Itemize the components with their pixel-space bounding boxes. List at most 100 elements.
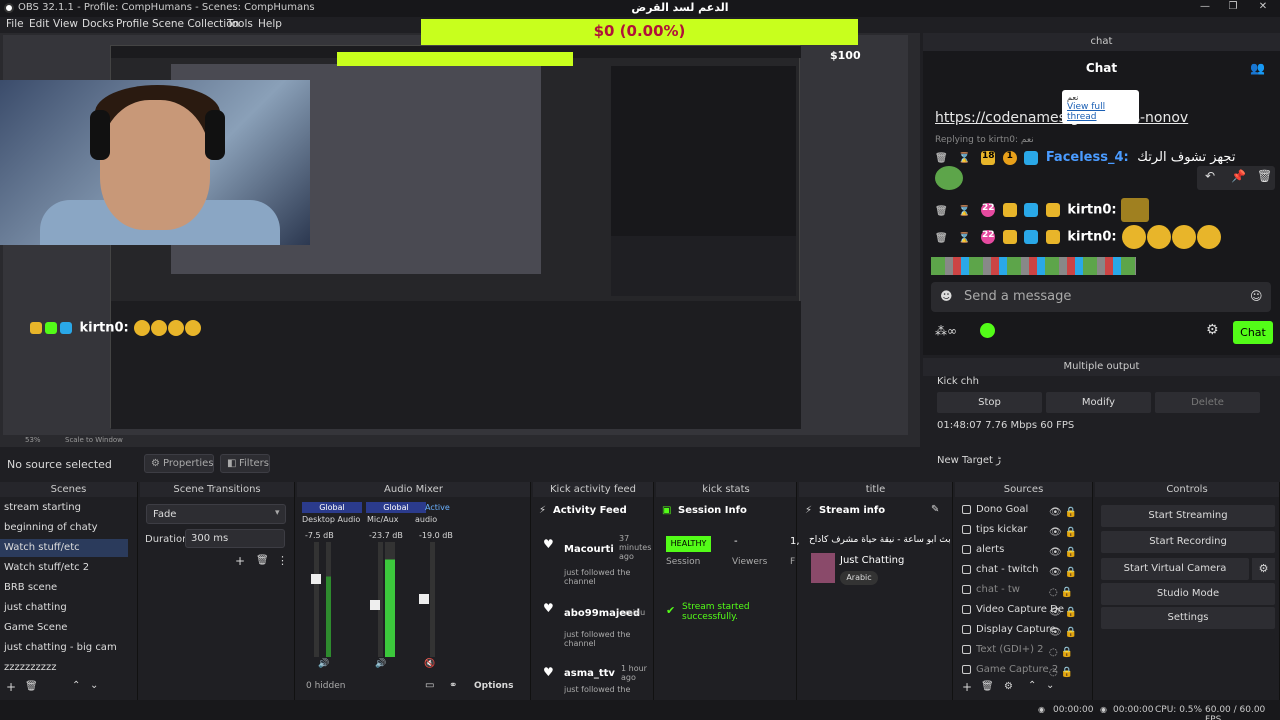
timeout-icon[interactable]: ⌛ [958,153,970,164]
add-icon[interactable]: + [235,554,245,568]
kicks-icon[interactable]: ⁂∞ [935,324,957,338]
trash-icon[interactable]: 🗑 [935,233,948,244]
audio-tab-active[interactable]: Active [425,502,455,513]
scene-item[interactable]: stream starting [4,502,81,513]
desktop-volume-slider[interactable] [311,574,321,584]
trash-icon[interactable]: 🗑 [935,206,948,217]
scene-item[interactable]: zzzzzzzzzz [4,662,57,673]
menu-docks[interactable]: Docks [82,18,114,30]
edit-icon[interactable]: ✎ [931,504,939,515]
source-item[interactable]: Game Capture 2 [962,664,1058,675]
chat-send-button[interactable]: Chat [1233,321,1273,344]
smile-icon[interactable]: ☻ [940,289,953,303]
move-up-icon[interactable]: ⌃ [1028,680,1036,691]
add-icon[interactable]: + [6,680,16,694]
scale-mode[interactable]: Scale to Window [65,436,123,444]
audio-tab-global-2[interactable]: Global [366,502,426,513]
menu-tools[interactable]: Tools [227,18,253,30]
speaker-icon[interactable]: 🔊 [318,659,329,669]
move-down-icon[interactable]: ⌄ [90,680,98,691]
trash-icon[interactable]: 🗑 [25,681,38,692]
source-item[interactable]: chat - twitch [962,564,1039,575]
mic-volume-slider[interactable] [370,600,380,610]
menu-profile[interactable]: Profile [116,18,149,30]
start-virtual-camera-button[interactable]: Start Virtual Camera [1101,558,1249,580]
reply-icon[interactable]: ↶ [1205,169,1215,183]
layout-icon[interactable]: ▭ [425,680,434,691]
duration-input[interactable]: 300 ms [185,529,285,548]
trash-icon[interactable]: 🗑 [981,681,994,692]
virtual-camera-settings-icon[interactable]: ⚙ [1252,558,1275,580]
speaker-icon[interactable]: 🔊 [375,659,386,669]
users-icon[interactable]: 👥 [1250,61,1265,75]
audio-options-button[interactable]: Options [474,681,513,691]
chat-username[interactable]: kirtn0: [1067,230,1116,245]
muted-speaker-icon[interactable]: 🔇 [424,659,435,669]
modify-button[interactable]: Modify [1046,392,1151,413]
source-item[interactable]: alerts [962,544,1004,555]
minimize-button[interactable]: — [1190,1,1220,15]
studio-mode-button[interactable]: Studio Mode [1101,583,1275,605]
audio-tab-global[interactable]: Global [302,502,362,513]
scene-item[interactable]: Game Scene [4,622,67,633]
view-thread-link[interactable]: View full thread [1067,102,1105,122]
channel-mic-name[interactable]: Mic/Aux [367,515,399,524]
add-icon[interactable]: + [962,680,972,694]
menu-help[interactable]: Help [258,18,282,30]
scene-item[interactable]: Watch stuff/etc 2 [4,562,89,573]
filters-button[interactable]: ◧ Filters [220,454,270,473]
start-streaming-button[interactable]: Start Streaming [1101,505,1275,527]
menu-edit[interactable]: Edit [29,18,49,30]
settings-button[interactable]: Settings [1101,607,1275,629]
zoom-level[interactable]: 53% [25,436,41,444]
chat-username[interactable]: Faceless_4: [1046,150,1129,165]
link-icon[interactable]: ⚭ [449,680,457,691]
move-down-icon[interactable]: ⌄ [1046,680,1054,691]
eye-icon[interactable]: 👁 🔒 [1049,523,1079,543]
eye-icon[interactable]: 👁 🔒 [1049,623,1079,643]
trash-icon[interactable]: 🗑 [256,555,269,566]
source-item[interactable]: Text (GDI+) 2 [962,644,1044,655]
eye-icon[interactable]: 👁 🔒 [1049,503,1079,523]
eye-icon[interactable]: 👁 🔒 [1049,563,1079,583]
menu-file[interactable]: File [6,18,24,30]
start-recording-button[interactable]: Start Recording [1101,531,1275,553]
emoji-icon[interactable]: ☺ [1250,289,1263,303]
settings-gear-icon[interactable]: ⚙ [1206,322,1219,338]
trash-icon[interactable]: 🗑 [935,153,948,164]
new-target-label[interactable]: New Target ڑ [937,455,1001,466]
menu-view[interactable]: View [53,18,78,30]
trash-icon[interactable]: 🗑 [1257,169,1272,183]
eye-icon[interactable]: ◌ 🔒 [1049,583,1079,603]
maximize-button[interactable]: ❐ [1218,1,1248,15]
eye-icon[interactable]: 👁 🔒 [1049,543,1079,563]
channel-desktop-name[interactable]: Desktop Audio [302,515,360,524]
eye-icon[interactable]: 👁 🔒 [1049,603,1079,623]
timeout-icon[interactable]: ⌛ [958,206,970,217]
scene-item[interactable]: just chatting [4,602,67,613]
close-button[interactable]: ✕ [1248,1,1278,15]
hidden-count[interactable]: 0 hidden [306,681,345,691]
timeout-icon[interactable]: ⌛ [958,233,970,244]
scene-item-selected[interactable]: Watch stuff/etc [4,542,80,553]
transition-select[interactable]: Fade ▾ [146,504,286,524]
channel-audio-name[interactable]: audio [415,515,437,524]
source-item[interactable]: Dono Goal [962,504,1028,515]
source-item[interactable]: Display Capture [962,624,1056,635]
gear-icon[interactable]: ⚙ [1004,681,1013,692]
kick-logo-icon[interactable] [980,323,995,338]
pin-icon[interactable]: 📌 [1231,169,1246,183]
scene-item[interactable]: BRB scene [4,582,57,593]
source-item[interactable]: chat - tw [962,584,1020,595]
delete-button[interactable]: Delete [1155,392,1260,413]
source-item[interactable]: tips kickar [962,524,1027,535]
scene-item[interactable]: beginning of chaty [4,522,98,533]
scene-item[interactable]: just chatting - big cam [4,642,117,653]
move-up-icon[interactable]: ⌃ [72,680,80,691]
eye-icon[interactable]: ◌ 🔒 [1049,643,1079,663]
stop-button[interactable]: Stop [937,392,1042,413]
audio-volume-slider[interactable] [419,594,429,604]
more-icon[interactable]: ⋮ [277,554,288,567]
properties-button[interactable]: ⚙ Properties [144,454,214,473]
chat-username[interactable]: kirtn0: [1067,203,1116,218]
